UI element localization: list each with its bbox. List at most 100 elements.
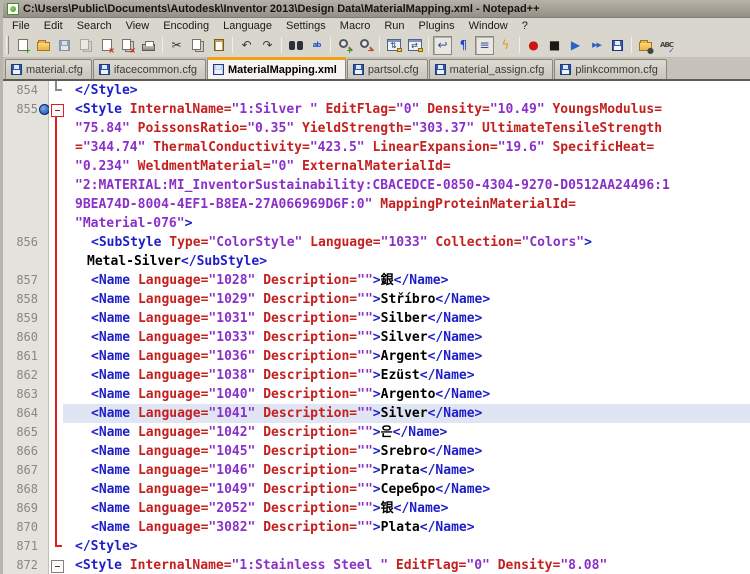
code-editor[interactable]: 854</Style>855 <Style InternalName="1:Sil… xyxy=(3,81,750,574)
toolbar-grip[interactable] xyxy=(6,36,9,54)
close-file-button[interactable]: × xyxy=(97,36,116,55)
record-macro-button[interactable]: ● xyxy=(524,36,543,55)
code-line[interactable]: 857 <Name Language="1028" Description="">… xyxy=(3,271,750,290)
code-line[interactable]: 863<Name Language="1040" Description="">… xyxy=(3,385,750,404)
code-line[interactable]: 860 <Name Language="1033" Description="">… xyxy=(3,328,750,347)
code-line-text[interactable]: <Name Language="3082" Description="">Pla… xyxy=(63,518,750,537)
spell-check-button[interactable]: ABC✓ xyxy=(657,36,676,55)
line-number-margin[interactable]: 857 xyxy=(3,271,49,290)
code-line[interactable]: "75.84" PoissonsRatio="0.35" YieldStreng… xyxy=(3,119,750,138)
code-line-text[interactable]: <Name Language="1042" Description="">은</… xyxy=(63,423,750,442)
tab-partsol.cfg[interactable]: partsol.cfg xyxy=(347,59,428,79)
code-line-text[interactable]: 9BEA74D-8004-4EF1-B8EA-27A066969D6F:0" M… xyxy=(63,195,750,214)
code-line-text[interactable]: <Name Language="1036" Description="">Arg… xyxy=(63,347,750,366)
code-line-text[interactable]: </Style> xyxy=(63,537,750,556)
new-file-button[interactable]: + xyxy=(13,36,32,55)
menu-item-edit[interactable]: Edit xyxy=(37,19,70,33)
save-all-button[interactable] xyxy=(76,36,95,55)
line-number-margin[interactable]: 870 xyxy=(3,518,49,537)
redo-button[interactable]: ↷ xyxy=(258,36,277,55)
code-line[interactable]: 858 <Name Language="1029" Description="">… xyxy=(3,290,750,309)
code-line[interactable]: 870 <Name Language="3082" Description="">… xyxy=(3,518,750,537)
menu-item-run[interactable]: Run xyxy=(377,19,411,33)
fold-collapse-box[interactable] xyxy=(49,556,63,574)
menu-item-settings[interactable]: Settings xyxy=(279,19,333,33)
line-number-margin[interactable] xyxy=(3,214,49,233)
line-number-margin[interactable]: 871 xyxy=(3,537,49,556)
code-line-text[interactable]: <Name Language="1029" Description="">Stř… xyxy=(63,290,750,309)
code-line[interactable]: 864 <Name Language="1041" Description="">… xyxy=(3,404,750,423)
code-line[interactable]: "Material-076"> xyxy=(3,214,750,233)
line-number-margin[interactable]: 856 xyxy=(3,233,49,252)
code-line[interactable]: 862 <Name Language="1038" Description="">… xyxy=(3,366,750,385)
line-number-margin[interactable] xyxy=(3,176,49,195)
tab-ifacecommon.cfg[interactable]: ifacecommon.cfg xyxy=(93,59,206,79)
code-line[interactable]: 871 </Style> xyxy=(3,537,750,556)
line-number-margin[interactable]: 859 xyxy=(3,309,49,328)
show-all-characters-button[interactable]: ¶ xyxy=(454,36,473,55)
run-macro-multiple-times-button[interactable]: ▶▶ xyxy=(587,36,606,55)
line-number-margin[interactable] xyxy=(3,195,49,214)
code-line[interactable]: 868 <Name Language="1049" Description="">… xyxy=(3,480,750,499)
line-number-margin[interactable]: 864 xyxy=(3,404,49,423)
code-line-text[interactable]: <Name Language="1049" Description="">Сер… xyxy=(63,480,750,499)
cut-button[interactable]: ✂ xyxy=(167,36,186,55)
line-number-margin[interactable]: 872 xyxy=(3,556,49,574)
code-line-text[interactable]: <Name Language="2052" Description="">银</… xyxy=(63,499,750,518)
line-number-margin[interactable]: 861 xyxy=(3,347,49,366)
code-line[interactable]: "0.234" WeldmentMaterial="0" ExternalMat… xyxy=(3,157,750,176)
tab-material.cfg[interactable]: material.cfg xyxy=(5,59,92,79)
code-line[interactable]: 855 <Style InternalName="1:Silver " EditF… xyxy=(3,100,750,119)
sync-scroll-horizontal-button[interactable]: ⇄ xyxy=(405,36,424,55)
line-number-margin[interactable]: 866 xyxy=(3,442,49,461)
save-file-button[interactable] xyxy=(55,36,74,55)
code-line-text[interactable]: <Name Language="1033" Description="">Sil… xyxy=(63,328,750,347)
menu-item-window[interactable]: Window xyxy=(462,19,515,33)
line-number-margin[interactable] xyxy=(3,119,49,138)
line-number-margin[interactable]: 867 xyxy=(3,461,49,480)
code-line[interactable]: Metal-Silver</SubStyle> xyxy=(3,252,750,271)
code-line-text[interactable]: <Name Language="1028" Description="">銀</… xyxy=(63,271,750,290)
code-line[interactable]: 869 <Name Language="2052" Description="">… xyxy=(3,499,750,518)
indent-guide-button[interactable]: ≡ xyxy=(475,36,494,55)
zoom-in-button[interactable]: + xyxy=(335,36,354,55)
line-number-margin[interactable]: 855 xyxy=(3,100,49,119)
replace-button[interactable]: ab xyxy=(307,36,326,55)
line-number-margin[interactable]: 862 xyxy=(3,366,49,385)
code-line[interactable]: 861 <Name Language="1036" Description="">… xyxy=(3,347,750,366)
code-line-text[interactable]: <Name Language="1041" Description="">Sil… xyxy=(63,404,750,423)
code-line[interactable]: 872 <Style InternalName="1:Stainless Stee… xyxy=(3,556,750,574)
code-line[interactable]: ="344.74" ThermalConductivity="423.5" Li… xyxy=(3,138,750,157)
menu-item-?[interactable]: ? xyxy=(515,19,535,33)
paste-button[interactable] xyxy=(209,36,228,55)
code-line[interactable]: 865<Name Language="1042" Description="">… xyxy=(3,423,750,442)
fold-collapse-box[interactable] xyxy=(49,100,63,119)
line-number-margin[interactable]: 858 xyxy=(3,290,49,309)
document-monitor-button[interactable]: ● xyxy=(636,36,655,55)
code-line-text[interactable]: <Name Language="1046" Description="">Pra… xyxy=(63,461,750,480)
code-line-text[interactable]: "75.84" PoissonsRatio="0.35" YieldStreng… xyxy=(63,119,750,138)
line-number-margin[interactable]: 860 xyxy=(3,328,49,347)
code-line-text[interactable]: <Name Language="1038" Description="">Ezü… xyxy=(63,366,750,385)
menu-item-encoding[interactable]: Encoding xyxy=(156,19,216,33)
code-line-text[interactable]: </Style> xyxy=(63,81,750,100)
code-line-text[interactable]: <Name Language="1031" Description="">Sil… xyxy=(63,309,750,328)
save-recorded-macro-button[interactable] xyxy=(608,36,627,55)
menu-item-plugins[interactable]: Plugins xyxy=(412,19,462,33)
code-line-text[interactable]: "0.234" WeldmentMaterial="0" ExternalMat… xyxy=(63,157,750,176)
print-button[interactable] xyxy=(139,36,158,55)
code-line-text[interactable]: ="344.74" ThermalConductivity="423.5" Li… xyxy=(63,138,750,157)
close-all-button[interactable]: × xyxy=(118,36,137,55)
code-line[interactable]: 854</Style> xyxy=(3,81,750,100)
code-line[interactable]: 866<Name Language="1045" Description="">… xyxy=(3,442,750,461)
tab-material_assign.cfg[interactable]: material_assign.cfg xyxy=(429,59,554,79)
menu-item-view[interactable]: View xyxy=(119,19,157,33)
code-line-text[interactable]: <Name Language="1040" Description="">Arg… xyxy=(63,385,750,404)
code-line-text[interactable]: Metal-Silver</SubStyle> xyxy=(63,252,750,271)
line-number-margin[interactable] xyxy=(3,157,49,176)
line-number-margin[interactable]: 869 xyxy=(3,499,49,518)
code-line-text[interactable]: <Style InternalName="1:Stainless Steel "… xyxy=(63,556,750,574)
code-line-text[interactable]: <Style InternalName="1:Silver " EditFlag… xyxy=(63,100,750,119)
line-number-margin[interactable]: 868 xyxy=(3,480,49,499)
word-wrap-button[interactable]: ↩ xyxy=(433,36,452,55)
